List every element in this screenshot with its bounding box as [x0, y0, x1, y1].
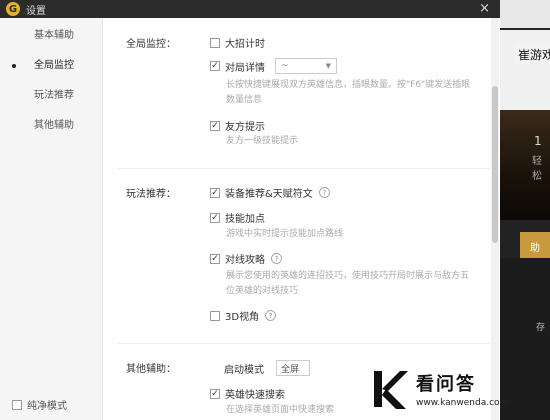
start-mode-select[interactable]: 全屏 — [276, 360, 310, 376]
bg-app-gold-button[interactable]: 助 — [520, 232, 550, 258]
window-title: 设置 — [26, 5, 46, 17]
view-3d-checkbox[interactable] — [210, 310, 220, 321]
hero-search-label: 英雄快速搜索 — [225, 390, 285, 401]
match-detail-label: 对局详情 — [225, 62, 265, 74]
equip-rune-label: 装备推荐&天赋符文 — [225, 189, 313, 200]
watermark-url: www.kanwenda.com — [416, 398, 509, 408]
skill-points-label: 技能加点 — [225, 214, 265, 225]
bg-app-number: 1 — [534, 134, 542, 148]
option-3d-view[interactable]: 3D视角 ? — [210, 308, 277, 323]
app-logo-icon: G — [6, 2, 20, 16]
watermark-cn: 看问答 — [416, 374, 476, 395]
sidebar-item-play-recommend[interactable]: 玩法推荐 — [0, 81, 102, 111]
friendly-hint-description: 友方一级技能提示 — [226, 136, 299, 146]
start-mode-label: 启动模式 — [224, 364, 264, 376]
settings-sidebar: 基本辅助 全局监控 玩法推荐 其他辅助 纯净模式 — [0, 18, 103, 420]
help-icon[interactable]: ? — [265, 310, 277, 321]
settings-window: G 设置 × 基本辅助 全局监控 玩法推荐 其他辅助 纯净模式 全局监控： 大招… — [0, 0, 500, 420]
match-detail-description: 长按快捷键展现双方英雄信息，插眼数量。按"F6"键发送插眼数量信息 — [226, 80, 471, 105]
bg-app-topbar — [500, 0, 550, 28]
option-match-detail[interactable]: ✓ 对局详情 ~ ▼ — [210, 58, 337, 74]
sidebar-item-other-assist[interactable]: 其他辅助 — [0, 111, 102, 141]
skill-points-description: 游戏中实时提示技能加点路线 — [226, 229, 344, 239]
option-equip-rune[interactable]: ✓ 装备推荐&天赋符文 ? — [210, 185, 330, 200]
big-move-timer-checkbox[interactable] — [210, 37, 220, 48]
bg-app-side-text: 存 — [536, 323, 546, 333]
view-3d-label: 3D视角 — [225, 312, 260, 323]
section-label-other-assist: 其他辅助： — [126, 364, 176, 375]
sidebar-item-global-monitor[interactable]: 全局监控 — [0, 51, 102, 81]
scroll-thumb[interactable] — [492, 86, 498, 243]
option-big-move-timer[interactable]: 大招计时 — [210, 35, 265, 50]
sidebar-item-label: 其他辅助 — [34, 120, 74, 131]
friendly-hint-label: 友方提示 — [225, 122, 265, 133]
match-detail-checkbox[interactable]: ✓ — [210, 61, 220, 71]
sidebar-item-basic-assist[interactable]: 基本辅助 — [0, 21, 102, 51]
title-bar: G 设置 × — [0, 0, 500, 18]
section-label-play-recommend: 玩法推荐： — [126, 189, 176, 200]
chevron-down-icon: ▼ — [325, 62, 331, 70]
option-hero-search[interactable]: ✓ 英雄快速搜索 — [210, 386, 285, 401]
lane-strategy-description: 展示您使用的英雄的连招技巧，使用技巧开局时展示与敌方五位英雄的对线技巧 — [226, 271, 470, 296]
section-divider — [118, 343, 490, 344]
big-move-timer-label: 大招计时 — [225, 39, 265, 50]
bg-app-panel — [500, 30, 550, 110]
pure-mode-checkbox[interactable] — [12, 399, 22, 410]
hotkey-select-value: ~ — [281, 61, 289, 71]
section-label-global-monitor: 全局监控： — [126, 39, 176, 50]
section-divider — [118, 168, 490, 169]
sidebar-item-label: 全局监控 — [34, 60, 74, 71]
active-dot-icon — [12, 64, 16, 68]
skill-points-checkbox[interactable]: ✓ — [210, 212, 220, 223]
option-skill-points[interactable]: ✓ 技能加点 — [210, 210, 265, 225]
start-mode-value: 全屏 — [281, 364, 300, 375]
option-lane-strategy[interactable]: ✓ 对线攻略 ? — [210, 251, 282, 266]
friendly-hint-checkbox[interactable]: ✓ — [210, 120, 220, 131]
bg-app-title: 崔游戏 — [514, 44, 550, 65]
close-button[interactable]: × — [479, 0, 490, 18]
option-friendly-hint[interactable]: ✓ 友方提示 — [210, 118, 265, 133]
match-detail-hotkey-select[interactable]: ~ ▼ — [275, 58, 337, 74]
lane-strategy-label: 对线攻略 — [225, 255, 265, 266]
sidebar-item-label: 基本辅助 — [34, 30, 74, 41]
watermark-text: 看问答 www.kanwenda.com — [416, 370, 508, 408]
pure-mode-toggle[interactable]: 纯净模式 — [12, 397, 67, 412]
background-app: 崔游戏 1 轻松 助 存 — [500, 0, 550, 420]
bg-app-subtext: 轻松 — [532, 156, 542, 182]
watermark: 看问答 www.kanwenda.com — [360, 358, 550, 420]
sidebar-item-label: 玩法推荐 — [34, 90, 74, 101]
help-icon[interactable]: ? — [318, 187, 330, 198]
option-start-mode: 启动模式 全屏 — [224, 360, 310, 376]
lane-strategy-checkbox[interactable]: ✓ — [210, 253, 220, 264]
pure-mode-label: 纯净模式 — [27, 401, 67, 412]
watermark-logo-icon — [374, 371, 408, 409]
hero-search-checkbox[interactable]: ✓ — [210, 388, 220, 399]
equip-rune-checkbox[interactable]: ✓ — [210, 187, 220, 198]
help-icon[interactable]: ? — [271, 253, 282, 264]
